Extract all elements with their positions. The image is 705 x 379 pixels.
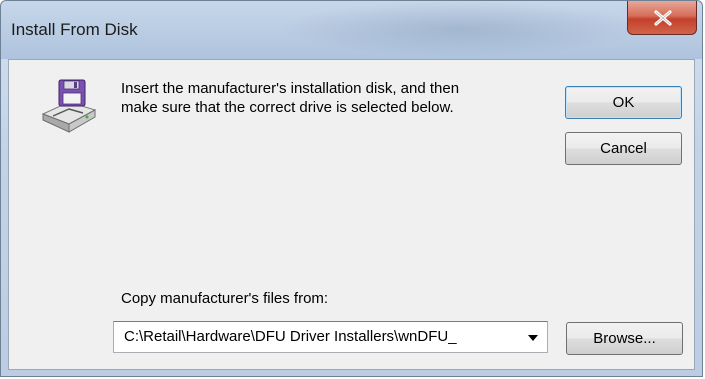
copy-files-label: Copy manufacturer's files from: xyxy=(121,290,329,307)
browse-button[interactable]: Browse... xyxy=(566,322,683,355)
source-path-value[interactable]: C:\Retail\Hardware\DFU Driver Installers… xyxy=(124,328,514,345)
window-title: Install From Disk xyxy=(11,20,138,39)
source-path-combobox[interactable]: C:\Retail\Hardware\DFU Driver Installers… xyxy=(113,321,548,353)
dialog-body: Insert the manufacturer's installation d… xyxy=(8,59,695,370)
cancel-button[interactable]: Cancel xyxy=(565,132,682,165)
install-from-disk-window: Install From Disk Insert the manufacture… xyxy=(0,0,703,377)
chevron-down-icon[interactable] xyxy=(527,334,539,342)
message-line-1: Insert the manufacturer's installation d… xyxy=(121,80,460,97)
ok-button[interactable]: OK xyxy=(565,86,682,119)
floppy-disk-drive-icon xyxy=(41,79,97,133)
title-bar[interactable]: Install From Disk xyxy=(1,1,702,59)
instruction-message: Insert the manufacturer's installation d… xyxy=(121,79,541,117)
close-button[interactable] xyxy=(627,1,697,35)
message-line-2: make sure that the correct drive is sele… xyxy=(121,99,454,116)
close-icon xyxy=(654,10,672,26)
